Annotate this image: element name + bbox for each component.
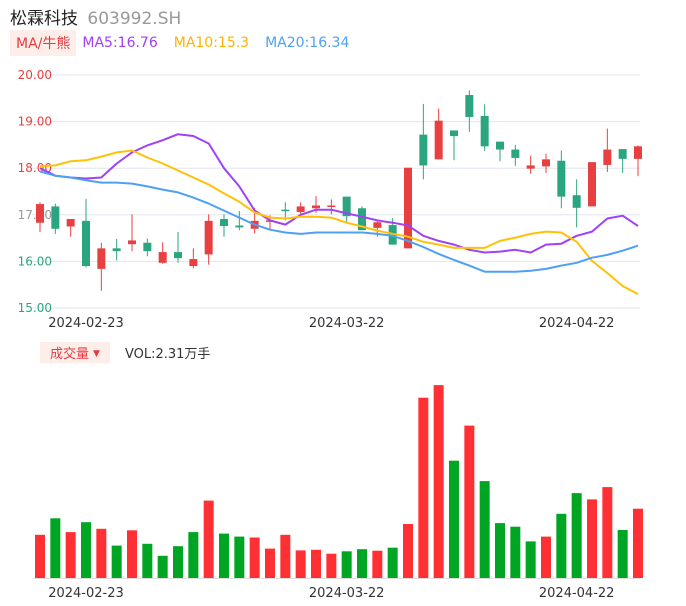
candle-body [174, 252, 182, 259]
volume-bar [326, 553, 337, 578]
volume-bar [127, 530, 137, 578]
volume-bar [587, 499, 597, 578]
candle-body [281, 209, 290, 212]
volume-bar [418, 397, 429, 578]
volume-bar [111, 545, 122, 578]
x-tick-label: 2024-04-22 [539, 586, 615, 601]
candle-body [66, 218, 75, 227]
volume-bar [96, 528, 107, 578]
candle-body [419, 134, 428, 166]
candle-body [312, 205, 320, 209]
volume-bar [510, 526, 521, 578]
volume-bar [357, 549, 367, 578]
volume-bar [602, 487, 613, 578]
volume-bar [525, 541, 536, 578]
volume-bar [541, 536, 551, 578]
y-tick-label: 15.00 [18, 301, 52, 315]
volume-bar [219, 533, 229, 578]
candle-body [189, 259, 198, 267]
volume-bar [234, 536, 245, 578]
candle-body [36, 204, 44, 223]
candle-body [465, 95, 474, 117]
y-tick-label: 16.00 [18, 254, 52, 268]
candle-body [496, 141, 504, 150]
candle-body [143, 242, 152, 252]
volume-bar [265, 548, 275, 578]
candle-body [588, 162, 596, 207]
volume-bar [65, 532, 76, 578]
volume-bar [280, 534, 291, 578]
volume-bar [157, 555, 168, 578]
candle-body [220, 218, 228, 226]
candle-body [158, 252, 167, 263]
volume-bar [311, 549, 321, 578]
volume-bar [556, 513, 567, 578]
y-tick-label: 20.00 [18, 68, 52, 82]
candle-body [327, 205, 336, 207]
volume-bar [495, 523, 505, 578]
volume-bar [249, 537, 260, 578]
volume-bar [142, 543, 153, 578]
candle-body [112, 248, 121, 252]
candle-body [51, 206, 60, 229]
candle-body [82, 220, 90, 267]
volume-bar [464, 425, 475, 578]
x-tick-label: 2024-03-22 [309, 316, 385, 331]
volume-bar [188, 532, 199, 578]
volume-bar [479, 481, 490, 578]
ma10-line [39, 149, 639, 295]
stock-chart-widget: 松霖科技 603992.SH MA/牛熊 MA5:16.76 MA10:15.3… [0, 0, 686, 606]
candle-body [235, 225, 244, 228]
candle-body [296, 206, 305, 213]
candle-body [373, 222, 382, 228]
chart-canvas[interactable]: 20.0019.0018.0017.0016.0015.002024-02-23… [0, 0, 686, 606]
volume-bar [81, 522, 91, 578]
volume-bar [387, 547, 398, 578]
candle-body [434, 120, 443, 160]
volume-bar [433, 385, 444, 578]
ma20-line [39, 170, 639, 273]
candle-body [572, 195, 581, 208]
candle-body [204, 220, 213, 255]
volume-bar [341, 551, 352, 578]
y-tick-label: 19.00 [18, 115, 52, 129]
candle-body [542, 159, 550, 167]
x-tick-label: 2024-02-23 [48, 586, 124, 601]
candle-body [557, 160, 566, 197]
candle-body [603, 149, 612, 165]
ma5-line [39, 133, 639, 254]
candle-body [450, 130, 458, 137]
volume-bar [372, 550, 383, 578]
volume-bar [633, 508, 643, 578]
y-tick-label: 17.00 [18, 208, 52, 222]
volume-bar [403, 524, 413, 578]
volume-bar [50, 518, 61, 578]
volume-bar [571, 493, 582, 578]
volume-bar [617, 530, 628, 578]
x-tick-label: 2024-02-23 [48, 316, 124, 331]
volume-bar [35, 534, 45, 578]
candle-body [480, 116, 489, 147]
candle-body [97, 248, 106, 269]
candle-body [511, 149, 520, 158]
x-tick-label: 2024-04-22 [539, 316, 615, 331]
volume-bar [295, 550, 306, 578]
candle-body [618, 149, 627, 159]
x-tick-label: 2024-03-22 [309, 586, 385, 601]
volume-bar [449, 460, 459, 578]
candle-body [128, 240, 136, 245]
candle-body [526, 165, 535, 169]
candle-body [634, 146, 642, 159]
volume-bar [173, 546, 183, 578]
volume-bar [203, 500, 214, 578]
